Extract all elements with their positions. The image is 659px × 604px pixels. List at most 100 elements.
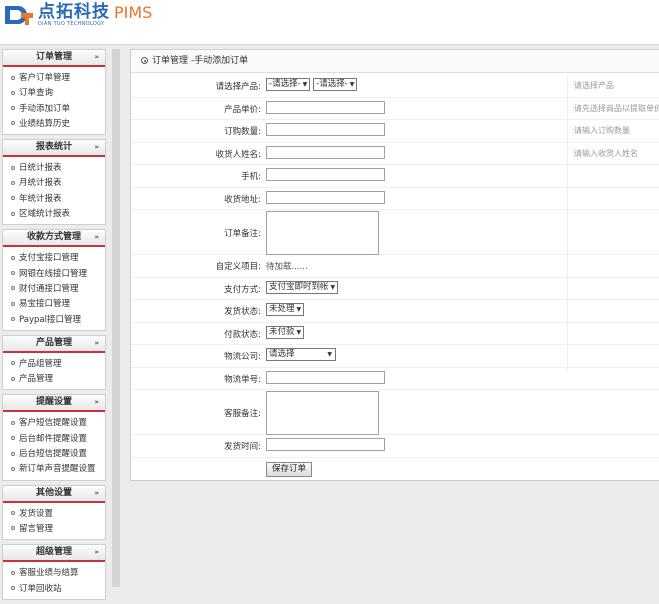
custom-fields-label: 自定义项目: <box>215 262 261 272</box>
sidebar: 订单管理 » 客户订单管理 订单查询 手动添加订单 业绩结算历史 报表统计 » 日统计报表 月统计… <box>2 49 106 604</box>
sidebar-item[interactable]: 新订单声音提醒设置 <box>3 462 105 477</box>
chevron-double-icon[interactable]: » <box>94 336 99 351</box>
sidebar-splitter[interactable] <box>112 49 120 587</box>
sidebar-section-title: 报表统计 <box>35 142 72 153</box>
unit-price-row: 产品单价: 请先选择商品以提取单价 <box>131 98 659 120</box>
sidebar-item[interactable]: 区域统计报表 <box>3 207 105 222</box>
sidebar-item[interactable]: 客户订单管理 <box>3 71 105 86</box>
ship-time-input[interactable] <box>266 438 385 451</box>
sidebar-item[interactable]: 网银在线接口管理 <box>3 267 105 282</box>
payment-method-select[interactable]: 支付宝即时到帐 ▼ <box>266 280 339 294</box>
sidebar-section: 产品管理» 产品组管理 产品管理 <box>2 334 106 391</box>
sidebar-section: 超级管理 » 客服业绩与结算订单回收站 <box>2 544 106 600</box>
sidebar-section-header[interactable]: 订单管理 » <box>3 50 105 67</box>
unit-price-label: 产品单价: <box>224 104 261 115</box>
sidebar-item-label: 易宝接口管理 <box>19 299 71 310</box>
sidebar-item-label: 后台短信提醒设置 <box>19 449 88 460</box>
sidebar-item[interactable]: 产品管理 <box>3 372 105 387</box>
payment-method-select-value: 支付宝即时到帐 <box>269 281 329 292</box>
bullet-icon <box>11 301 15 306</box>
sidebar-item-label: 后台邮件提醒设置 <box>19 433 88 444</box>
sidebar-item[interactable]: 发货设置 <box>3 507 105 522</box>
sidebar-item[interactable]: 客户短信提醒设置 <box>3 416 105 431</box>
chevron-double-icon[interactable]: » <box>94 230 99 245</box>
brand-logo[interactable]: 点拓科技 DIAN TUO TECHNOLOGY PIMS <box>2 2 152 28</box>
order-note-textarea[interactable] <box>266 211 379 255</box>
payment-status-select-value: 未付款 <box>269 326 295 337</box>
bullet-icon <box>11 526 15 531</box>
sidebar-item[interactable]: 年统计报表 <box>3 192 105 207</box>
address-input[interactable] <box>266 190 385 204</box>
service-note-textarea[interactable] <box>266 391 379 435</box>
main-panel: 订单管理 -手动添加订单 请选择产品: -请选择- ▼ -请选择- ▼ 请选择产品 … <box>130 49 659 481</box>
sidebar-item-list: 日统计报表月统计报表 年统计报表 区域统计报表 <box>3 157 105 224</box>
chevron-double-icon[interactable]: » <box>94 395 99 410</box>
chevron-double-icon[interactable]: » <box>94 50 99 65</box>
sidebar-item[interactable]: 支付宝接口管理 <box>3 251 105 266</box>
brand-name-en: DIAN TUO TECHNOLOGY <box>38 21 105 27</box>
sidebar-section-header[interactable]: 超级管理 » <box>3 545 105 563</box>
sidebar-item[interactable]: Paypal接口管理 <box>3 313 105 328</box>
payment-status-select[interactable]: 未付款 ▼ <box>266 325 305 339</box>
quantity-input[interactable] <box>266 123 385 136</box>
logistics-company-select[interactable]: 请选择 ▼ <box>266 348 336 361</box>
quantity-hint: 请输入订购数量 <box>573 125 630 136</box>
sidebar-section-header[interactable]: 其他设置 » <box>3 485 105 503</box>
sidebar-item[interactable]: 手动添加订单 <box>3 102 105 117</box>
bullet-icon <box>11 165 15 170</box>
product-hint: 请选择产品 <box>573 80 614 91</box>
sidebar-item[interactable]: 订单回收站 <box>3 582 105 597</box>
mobile-row: 手机: <box>131 165 659 188</box>
save-order-button[interactable]: 保存订单 <box>266 461 313 477</box>
sidebar-item-label: 日统计报表 <box>19 163 62 174</box>
sidebar-item-label: 网银在线接口管理 <box>19 268 88 279</box>
sidebar-item-list: 发货设置 留言管理 <box>3 503 105 540</box>
order-note-row: 订单备注: <box>131 210 659 255</box>
bullet-icon <box>11 121 15 126</box>
sidebar-item[interactable]: 财付通接口管理 <box>3 282 105 297</box>
product-group-select[interactable]: -请选择- ▼ <box>266 78 311 91</box>
custom-fields-value: 待加载...... <box>266 262 308 272</box>
tracking-number-input[interactable] <box>266 370 385 384</box>
sidebar-section-header[interactable]: 提醒设置 » <box>3 395 105 413</box>
sidebar-section-header[interactable]: 收款方式管理 » <box>3 230 105 248</box>
chevron-double-icon[interactable]: » <box>94 545 99 560</box>
sidebar-item[interactable]: 易宝接口管理 <box>3 297 105 312</box>
sidebar-item[interactable]: 日统计报表 <box>3 161 105 176</box>
sidebar-section: 其他设置 » 发货设置 留言管理 <box>2 484 106 541</box>
sidebar-item-label: Paypal接口管理 <box>19 314 81 325</box>
sidebar-item-list: 客户订单管理订单查询 手动添加订单 业绩结算历史 <box>3 67 105 134</box>
chevron-double-icon[interactable]: » <box>94 486 99 501</box>
receiver-name-input[interactable] <box>266 145 385 159</box>
sidebar-item[interactable]: 后台邮件提醒设置 <box>3 432 105 447</box>
sidebar-item[interactable]: 客服业绩与结算 <box>3 566 105 581</box>
sidebar-item[interactable]: 后台短信提醒设置 <box>3 447 105 462</box>
brand-product: PIMS <box>114 3 153 22</box>
sidebar-section-header[interactable]: 报表统计 » <box>3 140 105 158</box>
bullet-icon <box>11 570 15 575</box>
bullet-icon <box>11 211 15 216</box>
mobile-label: 手机: <box>241 172 261 182</box>
chevron-double-icon[interactable]: » <box>94 140 99 155</box>
sidebar-item[interactable]: 产品组管理 <box>3 357 105 372</box>
app-header: 点拓科技 DIAN TUO TECHNOLOGY PIMS <box>0 0 659 45</box>
shipping-status-select[interactable]: 未处理 ▼ <box>266 303 305 316</box>
shipping-status-row: 发货状态: 未处理 ▼ <box>131 300 659 323</box>
sidebar-item-label: 客户订单管理 <box>19 73 71 83</box>
receiver-name-hint: 请输入收货人姓名 <box>573 147 638 159</box>
sidebar-section-title: 超级管理 <box>35 547 72 558</box>
sidebar-section: 订单管理 » 客户订单管理 订单查询 手动添加订单 业绩结算历史 <box>2 49 106 136</box>
sidebar-item-label: 财付通接口管理 <box>19 283 79 294</box>
sidebar-item-label: 客户短信提醒设置 <box>19 418 88 429</box>
unit-price-input[interactable] <box>266 100 385 114</box>
unit-price-hint: 请先选择商品以提取单价 <box>573 102 659 114</box>
sidebar-item[interactable]: 订单查询 <box>3 86 105 101</box>
sidebar-section-header[interactable]: 产品管理 » <box>3 335 105 353</box>
mobile-input[interactable] <box>266 168 385 181</box>
sidebar-item[interactable]: 月统计报表 <box>3 176 105 191</box>
sidebar-item[interactable]: 留言管理 <box>3 522 105 537</box>
product-select-value: -请选择- <box>316 79 348 89</box>
sidebar-item[interactable]: 业绩结算历史 <box>3 117 105 132</box>
sidebar-item-label: 客服业绩与结算 <box>19 568 79 579</box>
product-select[interactable]: -请选择- ▼ <box>313 78 358 91</box>
